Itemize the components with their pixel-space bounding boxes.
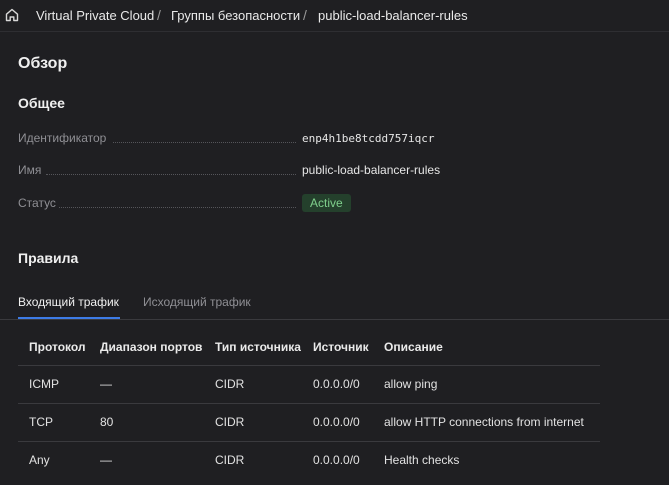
rules-section-title: Правила <box>18 250 79 266</box>
column-header-source: Источник <box>313 340 369 354</box>
column-header-description: Описание <box>384 340 443 354</box>
cell-port-range: 80 <box>100 415 114 429</box>
column-header-source-type: Тип источника <box>215 340 301 354</box>
cell-source-type: CIDR <box>215 377 245 391</box>
home-icon[interactable] <box>4 7 20 23</box>
cell-port-range: — <box>100 453 112 467</box>
cell-source: 0.0.0.0/0 <box>313 377 360 391</box>
name-value: public-load-balancer-rules <box>302 163 441 177</box>
name-label: Имя <box>18 163 42 177</box>
dotted-leader <box>113 142 296 143</box>
table-row[interactable]: Any — CIDR 0.0.0.0/0 Health checks <box>18 442 600 479</box>
cell-source: 0.0.0.0/0 <box>313 453 360 467</box>
cell-source-type: CIDR <box>215 453 245 467</box>
breadcrumb-item-vpc[interactable]: Virtual Private Cloud <box>36 8 154 23</box>
tab-egress[interactable]: Исходящий трафик <box>143 295 251 309</box>
breadcrumb-separator: / <box>157 7 161 23</box>
column-header-port-range: Диапазон портов <box>100 340 203 354</box>
status-badge: Active <box>302 194 351 212</box>
traffic-tabs: Входящий трафик Исходящий трафик <box>0 289 669 320</box>
dotted-leader <box>59 207 296 208</box>
cell-protocol: TCP <box>29 415 53 429</box>
breadcrumb-item-current: public-load-balancer-rules <box>318 8 468 23</box>
id-label: Идентификатор <box>18 131 107 145</box>
cell-protocol: Any <box>29 453 50 467</box>
cell-description: allow ping <box>384 377 438 391</box>
cell-description: allow HTTP connections from internet <box>384 415 584 429</box>
general-section-title: Общее <box>18 95 65 111</box>
status-label: Статус <box>18 196 56 210</box>
dotted-leader <box>46 174 296 175</box>
breadcrumb: Virtual Private Cloud / Группы безопасно… <box>0 0 669 32</box>
cell-protocol: ICMP <box>29 377 59 391</box>
cell-source: 0.0.0.0/0 <box>313 415 360 429</box>
security-group-page: Virtual Private Cloud / Группы безопасно… <box>0 0 669 485</box>
table-header-row: Протокол Диапазон портов Тип источника И… <box>18 328 600 366</box>
table-row[interactable]: TCP 80 CIDR 0.0.0.0/0 allow HTTP connect… <box>18 404 600 442</box>
breadcrumb-separator: / <box>303 7 307 23</box>
table-row[interactable]: ICMP — CIDR 0.0.0.0/0 allow ping <box>18 366 600 404</box>
overview-title: Обзор <box>18 55 68 72</box>
id-value: enp4h1be8tcdd757iqcr <box>302 132 435 145</box>
cell-port-range: — <box>100 377 112 391</box>
column-header-protocol: Протокол <box>29 340 86 354</box>
cell-description: Health checks <box>384 453 460 467</box>
cell-source-type: CIDR <box>215 415 245 429</box>
breadcrumb-item-security-groups[interactable]: Группы безопасности <box>171 8 300 23</box>
tab-ingress[interactable]: Входящий трафик <box>18 295 119 309</box>
active-tab-indicator <box>18 317 120 319</box>
